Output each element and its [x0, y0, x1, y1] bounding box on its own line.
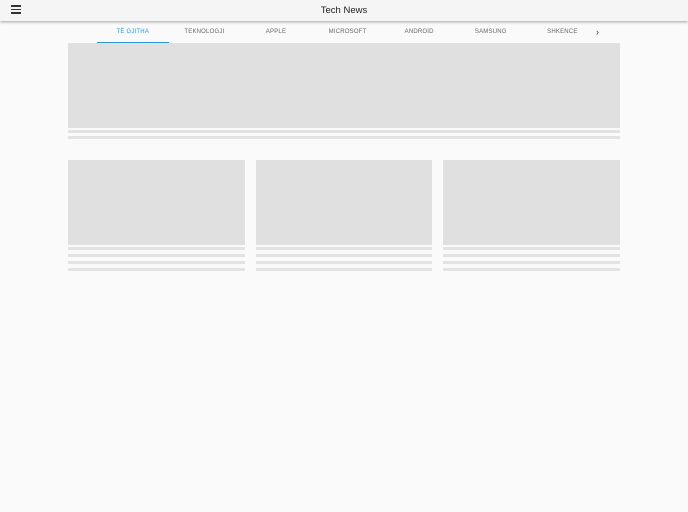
card-text-placeholder: [443, 268, 620, 271]
tab-te-gjitha[interactable]: TË GJITHA: [97, 22, 169, 43]
tab-shkence[interactable]: SHKENCE: [527, 22, 599, 43]
hero-image-placeholder: [68, 43, 620, 128]
app-bar: Tech News: [0, 0, 688, 21]
card-text-placeholder: [443, 254, 620, 257]
card-text-placeholder: [68, 247, 245, 250]
tab-microsoft[interactable]: MICROSOFT: [312, 22, 384, 43]
tab-apple[interactable]: APPLE: [240, 22, 312, 43]
card-image-placeholder: [256, 160, 432, 245]
tab-teknologji[interactable]: TEKNOLOGJI: [169, 22, 241, 43]
card-text-placeholder: [256, 247, 432, 250]
card-text-placeholder: [68, 261, 245, 264]
hero-text-placeholder: [68, 130, 620, 133]
hero-text-placeholder: [68, 136, 620, 139]
card-text-placeholder: [68, 254, 245, 257]
card-text-placeholder: [256, 268, 432, 271]
card-image-placeholder: [68, 160, 245, 245]
card-text-placeholder: [443, 261, 620, 264]
card-text-placeholder: [68, 268, 245, 271]
tab-samsung[interactable]: SAMSUNG: [455, 22, 527, 43]
chevron-right-icon[interactable]: ›: [596, 27, 599, 37]
category-tabs: TË GJITHA TEKNOLOGJI APPLE MICROSOFT AND…: [97, 22, 598, 43]
card-text-placeholder: [443, 247, 620, 250]
card-text-placeholder: [256, 254, 432, 257]
card-image-placeholder: [443, 160, 620, 245]
page-title: Tech News: [320, 5, 368, 16]
tab-android[interactable]: ANDROID: [383, 22, 455, 43]
card-text-placeholder: [256, 261, 432, 264]
